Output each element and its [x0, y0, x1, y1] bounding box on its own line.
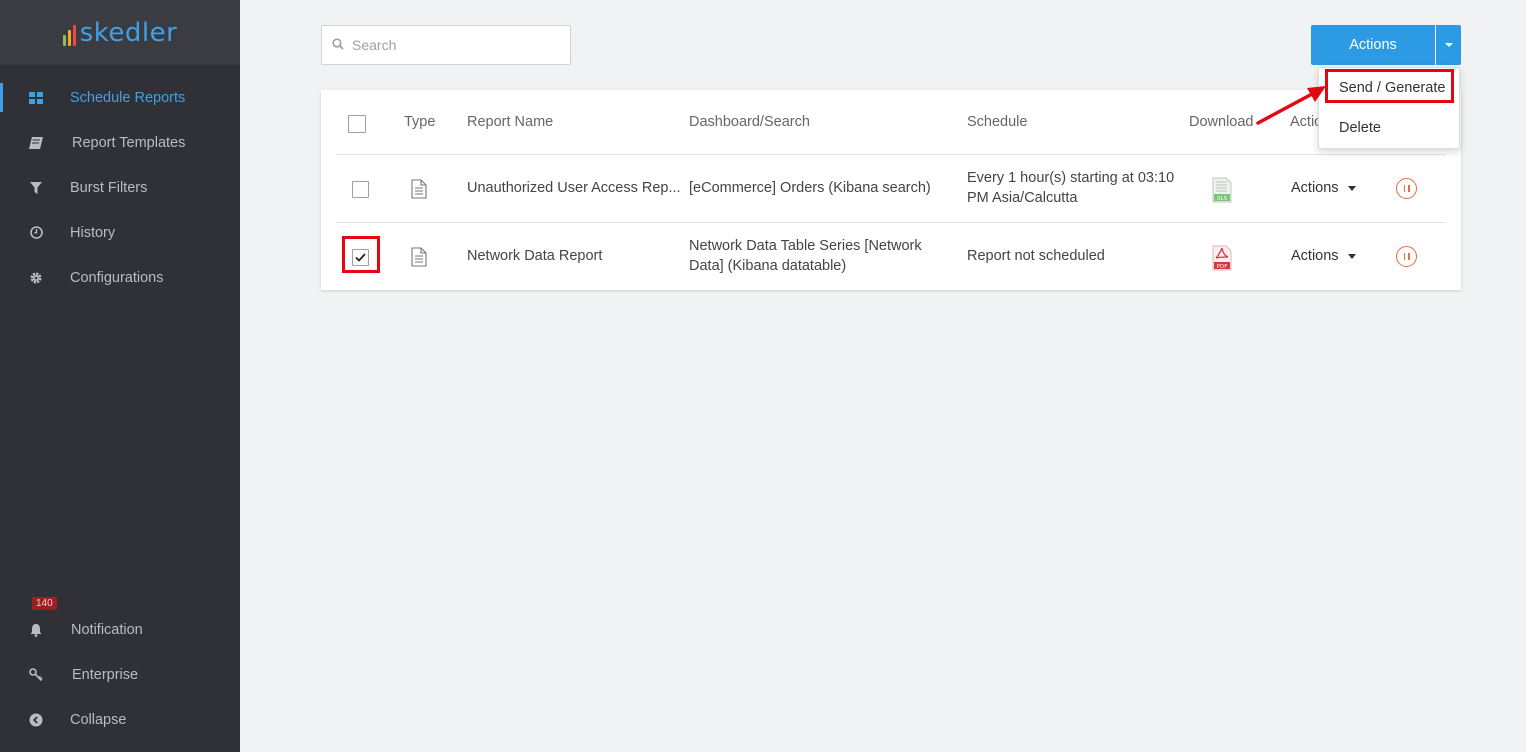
- row-actions-dropdown[interactable]: Actions: [1291, 248, 1356, 264]
- column-header-schedule: Schedule: [967, 114, 1028, 130]
- report-name[interactable]: Unauthorized User Access Rep...: [467, 180, 681, 196]
- caret-down-icon: [1347, 185, 1356, 191]
- logo-bar: skedler: [0, 0, 240, 65]
- column-header-report-name: Report Name: [467, 114, 554, 130]
- bell-icon: [28, 622, 44, 638]
- search-icon: [332, 37, 344, 53]
- sidebar-item-schedule-reports[interactable]: Schedule Reports: [0, 75, 240, 120]
- select-all-checkbox[interactable]: [348, 115, 366, 133]
- sidebar-item-notification[interactable]: 140 Notification: [0, 597, 240, 652]
- sidebar-item-report-templates[interactable]: Report Templates: [0, 120, 240, 165]
- gear-icon: [28, 270, 44, 286]
- chevron-left-circle-icon: [28, 712, 44, 728]
- dashboard-search: [eCommerce] Orders (Kibana search): [689, 180, 931, 196]
- clock-icon: [28, 225, 44, 241]
- actions-dropdown-toggle[interactable]: [1436, 25, 1461, 65]
- notification-badge: 140: [32, 597, 57, 610]
- header-divider: [336, 154, 1446, 155]
- dashboard-search-line-2: Data] (Kibana datatable): [689, 258, 847, 274]
- document-icon: [411, 179, 427, 199]
- row-checkbox[interactable]: [352, 181, 369, 198]
- row-actions-label: Actions: [1291, 248, 1339, 264]
- sidebar-bottom-nav: 140 Notification Enterprise Collapse: [0, 597, 240, 742]
- sidebar-nav: Schedule Reports Report Templates Burst …: [0, 75, 240, 300]
- caret-down-icon: [1347, 253, 1356, 259]
- sidebar-item-label: Collapse: [70, 711, 127, 728]
- sidebar: skedler Schedule Reports Report Template…: [0, 0, 240, 752]
- column-header-download: Download: [1189, 114, 1254, 130]
- highlight-row-checkbox: [342, 236, 380, 273]
- grid-icon: [28, 90, 44, 106]
- sidebar-item-label: Schedule Reports: [70, 89, 186, 106]
- xls-file-icon[interactable]: XLS: [1212, 177, 1232, 203]
- sidebar-item-burst-filters[interactable]: Burst Filters: [0, 165, 240, 210]
- sidebar-item-history[interactable]: History: [0, 210, 240, 255]
- sidebar-item-label: Notification: [71, 621, 143, 638]
- search-input[interactable]: [352, 37, 552, 53]
- sidebar-item-label: Report Templates: [72, 134, 186, 151]
- filter-icon: [28, 180, 44, 196]
- pause-icon[interactable]: [1396, 246, 1417, 267]
- search-box[interactable]: [321, 25, 571, 65]
- svg-text:XLS: XLS: [1217, 196, 1228, 202]
- schedule-line-1: Every 1 hour(s) starting at 03:10: [967, 170, 1175, 186]
- sidebar-item-label: History: [70, 224, 116, 241]
- column-header-type: Type: [404, 114, 436, 130]
- row-divider: [336, 222, 1446, 223]
- row-actions-dropdown[interactable]: Actions: [1291, 180, 1356, 196]
- actions-button[interactable]: Actions: [1311, 25, 1435, 65]
- svg-text:PDF: PDF: [1217, 264, 1228, 270]
- highlight-send-generate: [1325, 69, 1454, 103]
- column-header-dashboard-search: Dashboard/Search: [689, 114, 810, 130]
- annotation-arrow-icon: [1256, 86, 1326, 125]
- logo-text: skedler: [79, 17, 178, 48]
- logo-bars-icon: [62, 24, 76, 46]
- sidebar-item-label: Burst Filters: [70, 179, 148, 196]
- schedule-line-2: PM Asia/Calcutta: [967, 190, 1078, 206]
- sidebar-item-configurations[interactable]: Configurations: [0, 255, 240, 300]
- pdf-file-icon[interactable]: PDF: [1212, 245, 1232, 271]
- book-icon: [28, 135, 44, 151]
- row-actions-label: Actions: [1291, 180, 1339, 196]
- schedule: Report not scheduled: [967, 248, 1105, 264]
- sidebar-item-label: Configurations: [70, 269, 164, 286]
- menu-item-delete[interactable]: Delete: [1339, 120, 1381, 136]
- key-icon: [28, 667, 44, 683]
- report-name[interactable]: Network Data Report: [467, 248, 602, 264]
- app-logo[interactable]: skedler: [62, 17, 178, 48]
- sidebar-item-collapse[interactable]: Collapse: [0, 697, 240, 742]
- sidebar-item-enterprise[interactable]: Enterprise: [0, 652, 240, 697]
- pause-icon[interactable]: [1396, 178, 1417, 199]
- document-icon: [411, 247, 427, 267]
- sidebar-item-label: Enterprise: [72, 666, 139, 683]
- caret-down-icon: [1444, 43, 1453, 47]
- dashboard-search-line-1: Network Data Table Series [Network: [689, 238, 922, 254]
